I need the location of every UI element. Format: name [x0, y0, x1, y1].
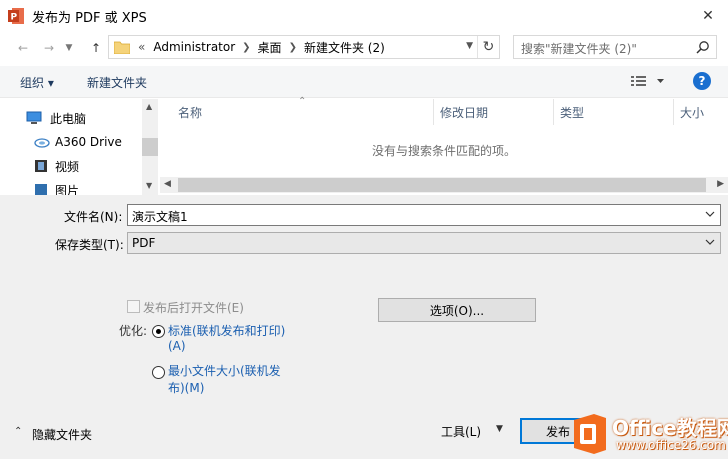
chevron-down-icon[interactable]: ▼ — [496, 424, 503, 434]
empty-list-message: 没有与搜索条件匹配的项。 — [372, 144, 517, 158]
watermark-url: www.office26.com — [616, 438, 726, 452]
filename-label: 文件名(N): — [64, 210, 123, 224]
filetype-value: PDF — [132, 236, 156, 250]
optimize-standard-label-line1[interactable]: 标准(联机发布和打印) — [168, 322, 285, 339]
computer-icon — [26, 111, 42, 124]
chevron-right-icon: ❯ — [242, 41, 251, 53]
nav-item-a360-drive[interactable]: A360 Drive — [34, 132, 122, 152]
optimize-minimum-label-line2[interactable]: 布)(M) — [168, 379, 204, 396]
search-icon — [696, 41, 709, 54]
nav-pane-scroll-thumb[interactable] — [142, 138, 158, 156]
watermark-brand: Office教程网 — [612, 416, 728, 440]
file-list-scroll-thumb[interactable] — [178, 178, 706, 192]
help-icon[interactable]: ? — [693, 72, 711, 90]
arrow-left-icon: ← — [17, 41, 29, 55]
recent-locations-button[interactable]: ▼ — [62, 37, 76, 59]
nav-item-label: 图片 — [55, 184, 80, 195]
chevron-up-icon[interactable]: ▲ — [146, 102, 152, 111]
svg-text:P: P — [11, 13, 18, 23]
breadcrumb-desktop[interactable]: 桌面 — [258, 39, 282, 56]
filename-value: 演示文稿1 — [132, 210, 188, 224]
column-header-type[interactable]: 类型 — [560, 104, 584, 121]
optimize-standard-label-line2[interactable]: (A) — [168, 339, 186, 353]
chevron-left-icon[interactable]: ◀ — [164, 179, 171, 189]
column-header-name[interactable]: 名称 — [178, 104, 202, 121]
nav-item-label: 视频 — [55, 159, 80, 174]
chevron-down-icon[interactable]: ▼ — [466, 41, 473, 51]
address-bar[interactable]: « Administrator ❯ 桌面 ❯ 新建文件夹 (2) ▼ ↻ — [108, 35, 500, 59]
hide-folders-button[interactable]: 隐藏文件夹 — [32, 426, 92, 443]
close-button[interactable]: ✕ — [688, 0, 728, 32]
arrow-up-icon: ↑ — [90, 41, 102, 55]
forward-button[interactable]: → — [38, 37, 60, 59]
close-icon: ✕ — [702, 8, 714, 24]
nav-item-label: 此电脑 — [50, 111, 87, 126]
column-header-date-modified[interactable]: 修改日期 — [440, 104, 488, 121]
breadcrumb-administrator[interactable]: Administrator — [153, 40, 235, 54]
chevron-up-icon[interactable]: ⌃ — [14, 426, 22, 437]
powerpoint-icon: P — [8, 8, 24, 24]
nav-item-videos[interactable]: 视频 — [34, 156, 79, 176]
new-folder-button[interactable]: 新建文件夹 — [87, 74, 147, 91]
column-header-size[interactable]: 大小 — [680, 104, 704, 121]
refresh-button[interactable]: ↻ — [477, 36, 499, 58]
refresh-icon: ↻ — [482, 39, 495, 55]
search-placeholder: 搜索"新建文件夹 (2)" — [521, 42, 637, 56]
folder-icon — [114, 41, 130, 54]
window-title: 发布为 PDF 或 XPS — [32, 11, 147, 26]
back-button[interactable]: ← — [12, 37, 34, 59]
chevron-down-icon[interactable] — [704, 207, 716, 221]
chevron-down-icon[interactable]: ▼ — [146, 181, 152, 190]
column-divider[interactable] — [433, 99, 434, 125]
nav-item-pictures[interactable]: 图片 — [34, 180, 79, 195]
chevron-right-icon[interactable]: ▶ — [717, 179, 724, 189]
details-view-icon — [631, 76, 664, 86]
filetype-select[interactable]: PDF — [127, 232, 721, 254]
breadcrumb-current-folder[interactable]: 新建文件夹 (2) — [304, 39, 385, 56]
filename-input[interactable]: 演示文稿1 — [127, 204, 721, 226]
filetype-label: 保存类型(T): — [55, 238, 124, 252]
optimize-label: 优化: — [119, 324, 148, 338]
up-button[interactable]: ↑ — [85, 37, 107, 59]
search-box[interactable]: 搜索"新建文件夹 (2)" — [513, 35, 717, 59]
optimize-standard-radio[interactable] — [152, 325, 165, 338]
chevron-down-icon: ▼ — [65, 43, 73, 53]
change-view-button[interactable] — [630, 74, 666, 91]
column-divider[interactable] — [673, 99, 674, 125]
organize-menu-button[interactable]: 组织 ▾ — [20, 74, 54, 91]
nav-item-label: A360 Drive — [55, 135, 122, 149]
chevron-right-icon: ❯ — [288, 41, 297, 53]
optimize-minimum-label-line1[interactable]: 最小文件大小(联机发 — [168, 362, 281, 379]
tools-menu-button[interactable]: 工具(L) — [441, 423, 481, 440]
office-logo-icon — [574, 414, 606, 454]
cloud-drive-icon — [34, 138, 50, 148]
chevron-down-icon[interactable] — [704, 235, 716, 249]
options-button[interactable]: 选项(O)... — [378, 298, 536, 322]
video-icon — [35, 160, 47, 172]
breadcrumb-overflow[interactable]: « — [138, 40, 145, 54]
sort-ascending-icon: ⌃ — [298, 96, 307, 107]
arrow-right-icon: → — [43, 41, 55, 55]
optimize-minimum-radio[interactable] — [152, 366, 165, 379]
column-divider[interactable] — [553, 99, 554, 125]
nav-item-this-pc[interactable]: 此电脑 — [26, 108, 86, 128]
open-after-publish-label: 发布后打开文件(E) — [143, 301, 244, 315]
watermark: Office教程网 www.office26.com — [566, 410, 728, 459]
open-after-publish-checkbox[interactable] — [127, 300, 140, 313]
pictures-icon — [35, 184, 47, 195]
